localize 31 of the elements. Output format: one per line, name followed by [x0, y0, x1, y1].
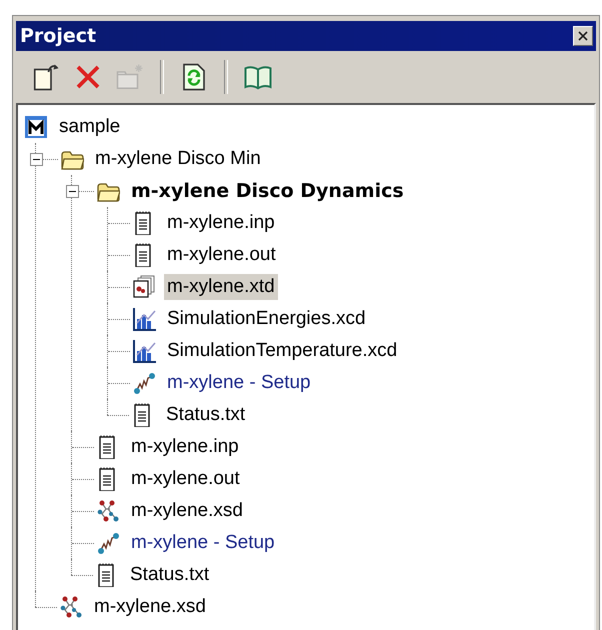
panel-title: Project — [20, 25, 96, 47]
tree-item[interactable]: m-xylene.inp — [128, 434, 242, 460]
close-icon — [577, 30, 589, 42]
tree-item[interactable]: m-xylene - Setup — [128, 530, 278, 556]
tree-item[interactable]: SimulationTemperature.xcd — [164, 338, 400, 364]
molecule-icon — [59, 595, 83, 619]
tree-item[interactable]: m-xylene.xtd — [164, 274, 278, 300]
project-icon — [24, 115, 48, 139]
collapse-icon[interactable] — [66, 185, 79, 198]
tree-item[interactable]: m-xylene.xsd — [128, 498, 246, 524]
tree-item[interactable]: m-xylene.out — [164, 242, 279, 268]
tree-item[interactable]: m-xylene.xsd — [91, 594, 209, 620]
new-document-icon — [31, 62, 61, 92]
molecule-icon — [96, 499, 120, 523]
folder-icon — [115, 62, 145, 92]
tree-item[interactable]: SimulationEnergies.xcd — [164, 306, 369, 332]
tree-item[interactable]: m-xylene - Setup — [164, 370, 314, 396]
tree-item[interactable]: m-xylene Disco Dynamics — [128, 178, 407, 204]
chart-icon — [132, 307, 156, 331]
tree-item[interactable]: Status.txt — [127, 562, 212, 588]
chart-icon — [132, 339, 156, 363]
tree-item[interactable]: Status.txt — [163, 402, 248, 428]
spring-icon — [96, 531, 120, 555]
tree-item[interactable]: sample — [56, 114, 124, 140]
spring-icon — [132, 371, 156, 395]
tree-item[interactable]: m-xylene Disco Min — [92, 146, 264, 172]
stacked-documents-icon — [132, 275, 156, 299]
close-button[interactable] — [573, 26, 593, 46]
collapse-icon[interactable] — [30, 153, 43, 166]
tree-item[interactable]: m-xylene.out — [128, 466, 243, 492]
tree-item[interactable]: m-xylene.inp — [164, 210, 278, 236]
